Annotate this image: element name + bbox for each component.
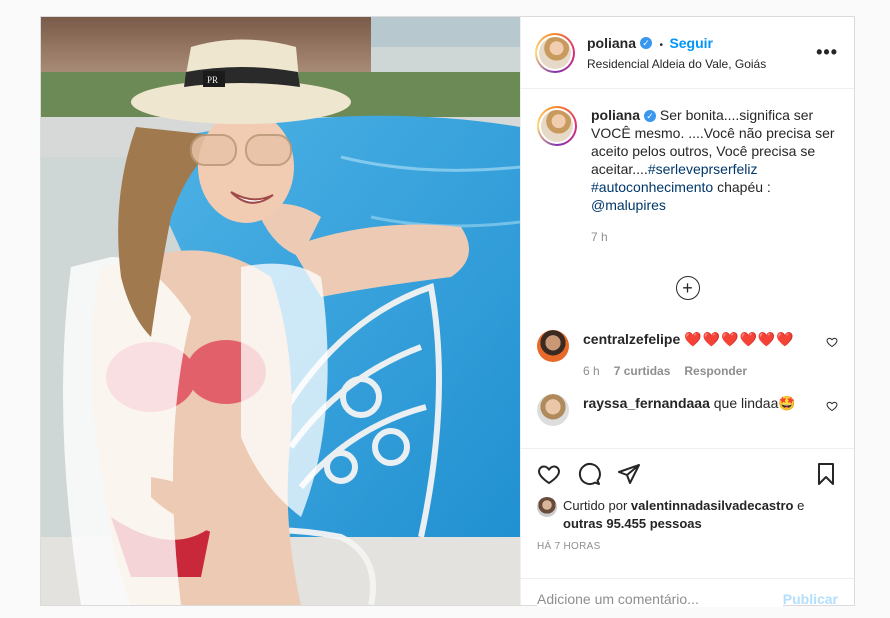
avatar[interactable]: [535, 32, 575, 73]
post-timestamp[interactable]: HÁ 7 HORAS: [537, 541, 838, 552]
commenter-username[interactable]: rayssa_fernandaaa: [583, 395, 710, 411]
ellipsis-icon[interactable]: •••: [816, 42, 838, 63]
commenter-username[interactable]: centralzefelipe: [583, 331, 680, 347]
save-bookmark-icon[interactable]: [814, 462, 838, 486]
reply-button[interactable]: Responder: [684, 364, 747, 378]
hashtag-link[interactable]: #autoconhecimento: [591, 179, 713, 195]
like-heart-icon[interactable]: [537, 462, 561, 486]
mention-link[interactable]: @malupires: [591, 197, 666, 213]
comment-input[interactable]: [537, 590, 783, 607]
comment-item: rayssa_fernandaaa que lindaa🤩: [537, 394, 838, 426]
likes-summary: Curtido por valentinnadasilvadecastro e …: [537, 497, 838, 533]
comment-time[interactable]: 6 h: [583, 364, 600, 378]
verified-badge-icon: ✓: [640, 37, 653, 50]
comment-item: centralzefelipe ❤️❤️❤️❤️❤️❤️ 6 h 7 curtid…: [537, 330, 838, 380]
comment-text: que lindaa🤩: [713, 395, 796, 411]
commenter-avatar[interactable]: [537, 330, 569, 362]
author-username[interactable]: poliana: [587, 35, 636, 51]
action-bar: Curtido por valentinnadasilvadecastro e …: [521, 448, 854, 552]
comment-likes[interactable]: 7 curtidas: [614, 364, 671, 378]
caption-suffix: chapéu :: [713, 179, 771, 195]
caption: poliana ✓ Ser bonita....significa ser VOC…: [537, 106, 838, 246]
follow-button[interactable]: Seguir: [669, 35, 713, 51]
caption-time[interactable]: 7 h: [591, 228, 838, 246]
liker-username[interactable]: valentinnadasilvadecastro: [631, 498, 794, 513]
likes-middle: e: [793, 498, 805, 513]
likes-prefix: Curtido por: [563, 498, 631, 513]
comment-bubble-icon[interactable]: [577, 462, 601, 486]
post-sidebar: poliana ✓ • Seguir Residencial Aldeia do …: [520, 17, 854, 607]
likes-others-link[interactable]: outras 95.455 pessoas: [563, 516, 702, 531]
liker-avatar[interactable]: [537, 497, 557, 517]
share-paper-plane-icon[interactable]: [617, 462, 641, 486]
post-header: poliana ✓ • Seguir Residencial Aldeia do …: [521, 17, 854, 89]
comments-section: poliana ✓ Ser bonita....significa ser VOC…: [521, 90, 854, 448]
publish-button[interactable]: Publicar: [783, 591, 838, 607]
post-card: PR poliana ✓ • Seguir Residencial Aldeia …: [40, 16, 855, 607]
post-image[interactable]: PR: [41, 17, 520, 605]
verified-badge-icon: ✓: [644, 110, 657, 123]
add-comment-bar: Publicar: [521, 578, 854, 618]
heart-outline-icon[interactable]: [826, 336, 838, 348]
photo-illustration: PR: [41, 17, 520, 605]
location-link[interactable]: Residencial Aldeia do Vale, Goiás: [587, 57, 816, 71]
load-more-comments-button[interactable]: +: [675, 276, 700, 300]
dot-separator: •: [659, 39, 663, 51]
caption-avatar[interactable]: [537, 106, 577, 146]
svg-text:PR: PR: [207, 75, 218, 85]
caption-username[interactable]: poliana: [591, 107, 640, 123]
hashtag-link[interactable]: #serleveprserfeliz: [648, 161, 758, 177]
heart-outline-icon[interactable]: [826, 400, 838, 412]
comment-text: ❤️❤️❤️❤️❤️❤️: [684, 331, 795, 347]
commenter-avatar[interactable]: [537, 394, 569, 426]
